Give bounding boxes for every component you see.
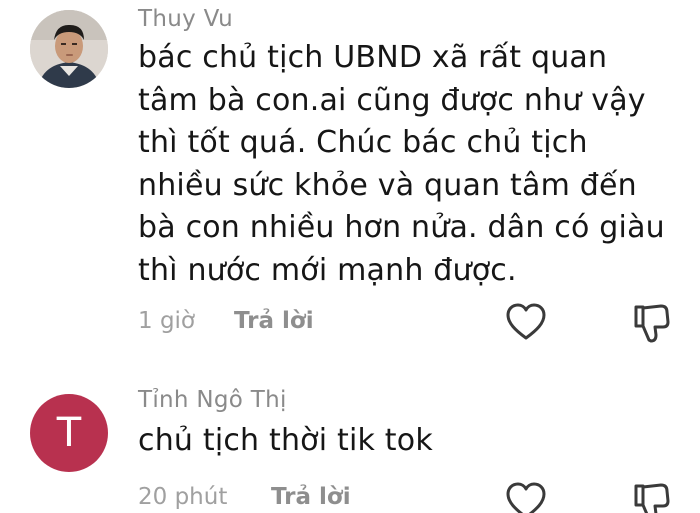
reply-button[interactable]: Trả lời [271,484,351,510]
comment-text-line: chủ tịch thời tik tok [138,423,433,458]
avatar[interactable]: T [30,394,108,472]
comment-username[interactable]: Thuy Vu [138,6,233,32]
comment-text-line: nhiều sức khỏe và quan tâm đến [138,167,637,203]
heart-outline-icon[interactable] [505,303,547,341]
reply-button[interactable]: Trả lời [234,308,314,334]
profile-photo-icon [30,10,108,88]
comment-text-line: tâm bà con.ai cũng được như vậy [138,82,646,118]
comment-text-line: thì tốt quá. Chúc bác chủ tịch [138,125,588,160]
comment-time: 1 giờ [138,308,196,334]
comment-text-line: thì nước mới mạnh được. [138,252,517,288]
comments-screen: Thuy Vu bác chủ tịch UBND xã rất quan tâ… [0,0,700,513]
comment-time: 20 phút [138,484,228,510]
avatar[interactable] [30,10,108,88]
thumbs-down-outline-icon[interactable] [632,302,672,344]
thumbs-down-outline-icon[interactable] [632,481,672,513]
comment-username[interactable]: Tỉnh Ngô Thị [138,387,287,413]
comment-text: bác chủ tịch UBND xã rất quan tâm bà con… [138,37,665,292]
comment-text-line: bà con nhiều hơn nửa. dân có giàu [138,210,665,245]
heart-outline-icon[interactable] [505,482,547,513]
comment-text-line: bác chủ tịch UBND xã rất quan [138,40,608,75]
comment-text: chủ tịch thời tik tok [138,420,433,463]
